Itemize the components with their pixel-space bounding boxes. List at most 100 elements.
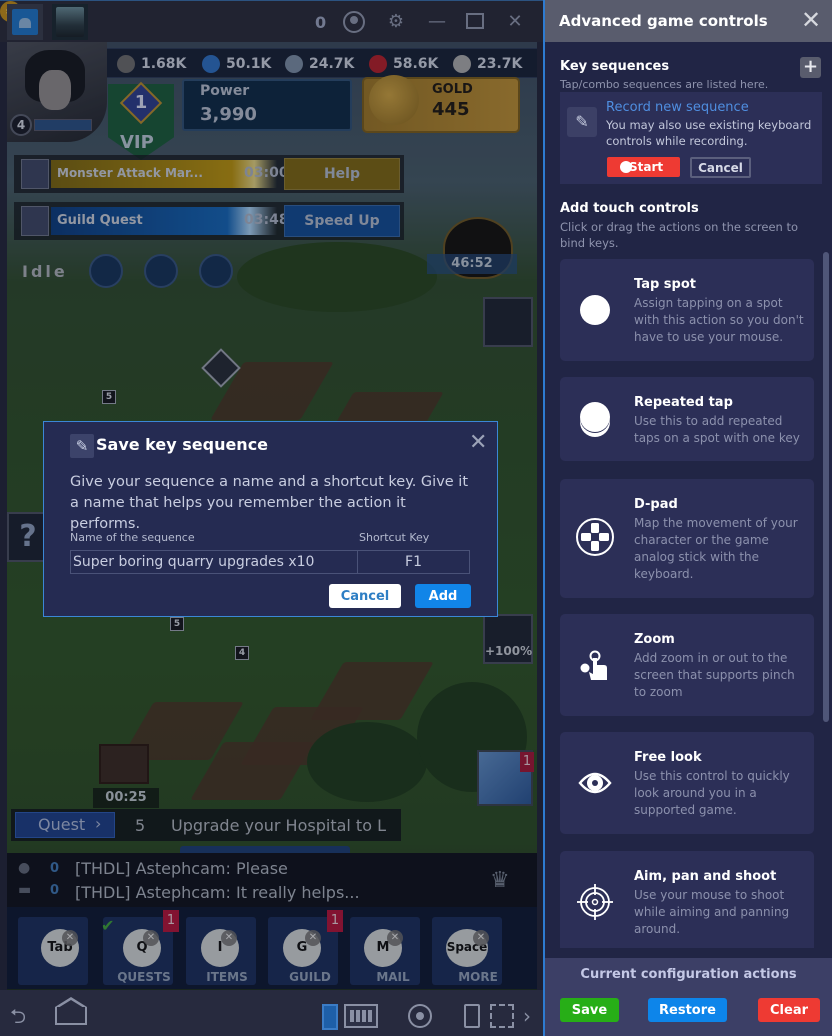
save-key-sequence-dialog: ✎ Save key sequence ✕ Give your sequence… [43, 421, 498, 617]
card-description: Use your mouse to shoot while aiming and… [634, 888, 790, 936]
card-title: Tap spot [634, 277, 696, 292]
chat-line: [THDL] Astephcam: Please [75, 859, 288, 878]
card-title: Free look [634, 750, 702, 765]
save-button[interactable]: Save [560, 998, 619, 1022]
remove-binding-icon[interactable]: ✕ [305, 930, 321, 946]
panel-scrollbar[interactable] [823, 252, 829, 722]
event-timer: 46:52 [427, 254, 517, 274]
maximize-icon[interactable] [466, 13, 484, 29]
add-sequence-button[interactable]: + [800, 57, 821, 78]
close-icon[interactable]: ✕ [801, 7, 821, 33]
chat-line: [THDL] Astephcam: It really helps... [75, 883, 360, 902]
building-level-tag: 5 [170, 617, 184, 631]
add-touch-controls-subtitle: Click or drag the actions on the screen … [560, 220, 799, 250]
sequence-name-label: Name of the sequence [70, 531, 195, 544]
profile-icon[interactable] [343, 11, 365, 33]
power-label: Power [200, 83, 250, 99]
gold-coin-icon [369, 75, 419, 125]
gold-label: GOLD [432, 82, 473, 97]
cancel-recording-button[interactable]: Cancel [690, 157, 751, 178]
chest-icon[interactable] [99, 744, 149, 784]
remove-binding-icon[interactable]: ✕ [387, 930, 403, 946]
card-title: D-pad [634, 497, 678, 512]
help-button[interactable]: Help [284, 158, 400, 190]
idle-label: Idle [22, 262, 68, 281]
book-icon [21, 159, 49, 189]
minimize-icon[interactable]: — [425, 11, 449, 33]
resource-food[interactable]: 58.6K [369, 53, 438, 75]
control-card-repeated-tap[interactable]: Repeated tap Use this to add repeated ta… [560, 377, 814, 461]
tap-spot-icon [580, 295, 610, 325]
chat-panel[interactable]: ● 0 [THDL] Astephcam: Please ▬ 0 [THDL] … [7, 853, 537, 907]
boost-icon[interactable]: +100% [483, 614, 533, 664]
fullscreen-icon[interactable] [490, 1004, 514, 1028]
rotate-icon[interactable] [464, 1004, 480, 1028]
dpad-icon [576, 518, 614, 556]
card-description: Assign tapping on a spot with this actio… [634, 296, 804, 344]
hammer-hero-icon[interactable] [89, 254, 123, 288]
xp-bar [34, 119, 92, 131]
crown-icon[interactable]: ♛ [490, 868, 510, 893]
record-new-sequence-link[interactable]: Record new sequence [606, 100, 749, 115]
chest-timer: 00:25 [93, 788, 159, 808]
blade-hero-icon[interactable] [199, 254, 233, 288]
resource-crystal[interactable]: 50.1K [202, 53, 271, 75]
dialog-description: Give your sequence a name and a shortcut… [70, 474, 469, 532]
clear-button[interactable]: Clear [758, 998, 820, 1022]
sword-hero-icon[interactable] [144, 254, 178, 288]
card-title: Aim, pan and shoot [634, 869, 777, 884]
remove-binding-icon[interactable]: ✕ [473, 930, 489, 946]
control-card-dpad[interactable]: D-pad Map the movement of your character… [560, 479, 814, 598]
resource-iron[interactable]: 24.7K [285, 53, 354, 75]
key-sequences-subtitle: Tap/combo sequences are listed here. [560, 78, 769, 91]
cancel-button[interactable]: Cancel [329, 584, 401, 608]
back-icon[interactable]: ⮌ [10, 1006, 26, 1026]
speed-up-button[interactable]: Speed Up [284, 205, 400, 237]
eye-icon[interactable] [408, 1004, 432, 1028]
building-level-tag: 4 [235, 646, 249, 660]
remove-binding-icon[interactable]: ✕ [62, 930, 78, 946]
home-tab-icon [12, 9, 38, 35]
crosshair-icon [577, 884, 613, 920]
game-tab[interactable] [52, 4, 88, 40]
chat-handle[interactable] [180, 846, 350, 853]
gear-icon[interactable]: ⚙ [384, 11, 408, 33]
start-recording-button[interactable]: Start [607, 157, 680, 177]
configuration-actions-footer: Current configuration actions Save Resto… [545, 958, 832, 1036]
remove-binding-icon[interactable]: ✕ [143, 930, 159, 946]
task-row: Monster Attack Mar... 03:00 Help [14, 155, 404, 193]
card-description: Map the movement of your character or th… [634, 516, 798, 581]
quest-number: 5 [135, 816, 146, 835]
keyboard-icon[interactable] [344, 1004, 378, 1028]
alliance-badge: 1 [520, 752, 534, 772]
crystal-icon [202, 55, 220, 73]
shortcut-key-input[interactable] [357, 550, 470, 574]
restore-button[interactable]: Restore [648, 998, 727, 1022]
building-level-tag: 5 [102, 390, 116, 404]
lock-cursor-icon[interactable] [322, 1004, 338, 1030]
chevron-right-icon: › [95, 814, 102, 833]
emulator-area: ₽ 0 ⚙ — ✕ 4 1.68K 50.1K 24.7 [0, 0, 543, 1036]
merchant-icon[interactable] [483, 297, 533, 347]
free-look-icon [578, 772, 612, 794]
remove-binding-icon[interactable]: ✕ [221, 930, 237, 946]
home-icon[interactable] [55, 997, 87, 1025]
gold-value: 445 [432, 99, 470, 120]
control-card-zoom[interactable]: Zoom Add zoom in or out to the screen th… [560, 614, 814, 716]
close-icon[interactable]: ✕ [469, 431, 487, 455]
quest-text[interactable]: Upgrade your Hospital to L [171, 816, 396, 835]
home-tab[interactable] [7, 4, 43, 40]
menu-label: QUESTS [117, 970, 171, 984]
sequence-name-input[interactable] [70, 550, 358, 574]
control-card-free-look[interactable]: Free look Use this control to quickly lo… [560, 732, 814, 834]
forest [237, 242, 437, 312]
add-button[interactable]: Add [415, 584, 471, 608]
close-icon[interactable]: ✕ [503, 11, 527, 33]
resource-stone[interactable]: 1.68K [117, 53, 186, 75]
chevron-right-icon[interactable]: › [523, 1006, 531, 1026]
resource-silver[interactable]: 23.7K [453, 53, 522, 75]
friends-icon: ● [18, 860, 31, 876]
control-card-aim-pan-shoot[interactable]: Aim, pan and shoot Use your mouse to sho… [560, 851, 814, 948]
control-card-tap-spot[interactable]: Tap spot Assign tapping on a spot with t… [560, 259, 814, 361]
task-timer: 03:00 [244, 165, 289, 181]
